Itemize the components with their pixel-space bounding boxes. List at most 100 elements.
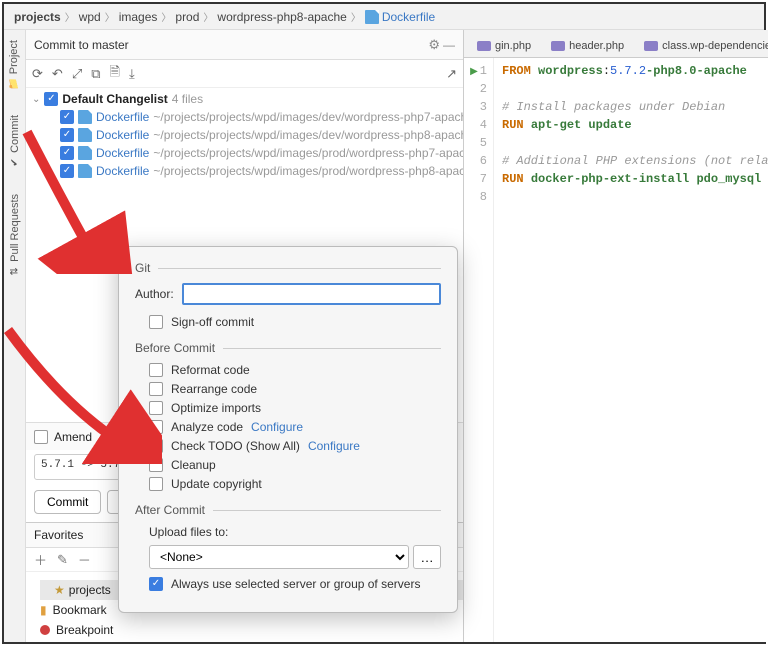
breadcrumb-item[interactable]: wordpress-php8-apache [217, 10, 346, 24]
remove-icon[interactable]: － [78, 550, 91, 569]
tab-commit[interactable]: ✔Commit [7, 111, 23, 172]
favorites-item-label: Breakpoint [56, 623, 113, 637]
editor-tab[interactable]: header.php [542, 33, 633, 57]
rearrange-label: Rearrange code [171, 382, 257, 396]
changelist-icon[interactable]: 🗎 [110, 63, 120, 85]
upload-label: Upload files to: [149, 525, 228, 539]
editor-tab[interactable]: gin.php [468, 33, 540, 57]
checkbox[interactable] [60, 164, 74, 178]
file-path: ~/projects/projects/wpd/images/dev/wordp… [153, 110, 463, 124]
diff-icon[interactable]: ⤢ [72, 66, 82, 82]
commit-button[interactable]: Commit [34, 490, 101, 514]
upload-select[interactable]: <None> [149, 545, 409, 569]
commit-toolbar: ⟳ ↶ ⤢ ⧉ 🗎 ⤓ ↗ [26, 60, 463, 88]
gear-icon[interactable]: ⚙ [100, 429, 112, 445]
breadcrumb-item[interactable]: prod [175, 10, 199, 24]
group-icon[interactable]: ⧉ [91, 66, 100, 82]
checkbox[interactable] [60, 146, 74, 160]
file-path: ~/projects/projects/wpd/images/prod/word… [153, 146, 463, 160]
editor-tab[interactable]: class.wp-dependencies.php [635, 33, 768, 57]
edit-icon[interactable]: ✎ [57, 552, 68, 568]
analyze-configure-link[interactable]: Configure [251, 420, 303, 434]
php-icon [477, 41, 491, 51]
add-icon[interactable]: ＋ [34, 550, 47, 569]
editor-gutter: ▶12345678 [464, 58, 494, 642]
tab-label: class.wp-dependencies.php [662, 40, 768, 52]
left-tool-tabs: 📁Project ✔Commit ⇅Pull Requests [4, 30, 26, 642]
tab-project[interactable]: 📁Project [6, 36, 22, 93]
breadcrumb-file[interactable]: Dockerfile [365, 10, 435, 24]
reformat-checkbox[interactable] [149, 363, 163, 377]
todo-checkbox[interactable] [149, 439, 163, 453]
before-commit-label: Before Commit [135, 341, 441, 355]
revert-icon[interactable]: ↶ [52, 66, 63, 82]
author-input[interactable] [182, 283, 441, 305]
editor-pane: gin.php header.php class.wp-dependencies.p… [464, 30, 768, 642]
changelist-count: 4 files [172, 92, 203, 106]
expand-icon[interactable]: ↗ [446, 66, 457, 82]
dockerfile-icon [78, 164, 92, 178]
changelist-file[interactable]: Dockerfile ~/projects/projects/wpd/image… [26, 108, 463, 126]
changelist-header[interactable]: ⌄ Default Changelist 4 files [26, 90, 463, 108]
cleanup-checkbox[interactable] [149, 458, 163, 472]
dockerfile-icon [78, 146, 92, 160]
amend-checkbox[interactable] [34, 430, 48, 444]
upload-browse-button[interactable]: … [413, 545, 441, 569]
commit-header-title: Commit to master [34, 38, 428, 52]
changelist-file[interactable]: Dockerfile ~/projects/projects/wpd/image… [26, 144, 463, 162]
tab-pull-requests[interactable]: ⇅Pull Requests [7, 190, 23, 281]
author-label: Author: [135, 287, 174, 301]
analyze-checkbox[interactable] [149, 420, 163, 434]
cleanup-label: Cleanup [171, 458, 216, 472]
php-icon [644, 41, 658, 51]
bookmark-icon: ▮ [40, 603, 47, 617]
shelve-icon[interactable]: ⤓ [129, 66, 135, 82]
breadcrumb-item[interactable]: images [119, 10, 158, 24]
todo-configure-link[interactable]: Configure [308, 439, 360, 453]
checkbox[interactable] [44, 92, 58, 106]
git-section-label: Git [135, 261, 441, 275]
refresh-icon[interactable]: ⟳ [32, 66, 43, 82]
chevron-down-icon: ⌄ [32, 94, 40, 105]
dockerfile-icon [365, 10, 379, 24]
changelist-file[interactable]: Dockerfile ~/projects/projects/wpd/image… [26, 126, 463, 144]
favorites-item[interactable]: Breakpoint [26, 620, 463, 640]
favorites-item-label: projects [69, 583, 111, 597]
changelist-file[interactable]: Dockerfile ~/projects/projects/wpd/image… [26, 162, 463, 180]
gear-icon[interactable]: ⚙ [428, 37, 440, 53]
breadcrumb-item[interactable]: wpd [79, 10, 101, 24]
breakpoint-icon [40, 625, 50, 635]
file-name: Dockerfile [96, 128, 149, 142]
file-name: Dockerfile [96, 146, 149, 160]
dockerfile-icon [78, 128, 92, 142]
signoff-label: Sign-off commit [171, 315, 254, 329]
always-label: Always use selected server or group of s… [171, 577, 420, 591]
breadcrumb-item[interactable]: projects [14, 10, 61, 24]
rearrange-checkbox[interactable] [149, 382, 163, 396]
file-name: Dockerfile [96, 110, 149, 124]
commit-options-popup: Git Author: Sign-off commit Before Commi… [118, 246, 458, 613]
optimize-checkbox[interactable] [149, 401, 163, 415]
tab-label: header.php [569, 40, 624, 52]
always-checkbox[interactable] [149, 577, 163, 591]
copyright-label: Update copyright [171, 477, 262, 491]
file-path: ~/projects/projects/wpd/images/dev/wordp… [153, 128, 463, 142]
changelist-name: Default Changelist [62, 92, 167, 106]
checkbox[interactable] [60, 110, 74, 124]
checkbox[interactable] [60, 128, 74, 142]
optimize-label: Optimize imports [171, 401, 261, 415]
analyze-label: Analyze code [171, 420, 243, 434]
reformat-label: Reformat code [171, 363, 250, 377]
breadcrumb: projects〉 wpd〉 images〉 prod〉 wordpress-p… [4, 4, 764, 30]
editor-code[interactable]: FROM wordpress:5.7.2-php8.0-apache# Inst… [494, 58, 768, 642]
todo-label: Check TODO (Show All) [171, 439, 300, 453]
hide-icon[interactable]: — [443, 38, 455, 52]
dockerfile-icon [78, 110, 92, 124]
after-commit-label: After Commit [135, 503, 441, 517]
amend-label: Amend [54, 430, 92, 444]
signoff-checkbox[interactable] [149, 315, 163, 329]
copyright-checkbox[interactable] [149, 477, 163, 491]
tab-label: gin.php [495, 40, 531, 52]
star-icon: ★ [54, 583, 65, 597]
file-name: Dockerfile [96, 164, 149, 178]
